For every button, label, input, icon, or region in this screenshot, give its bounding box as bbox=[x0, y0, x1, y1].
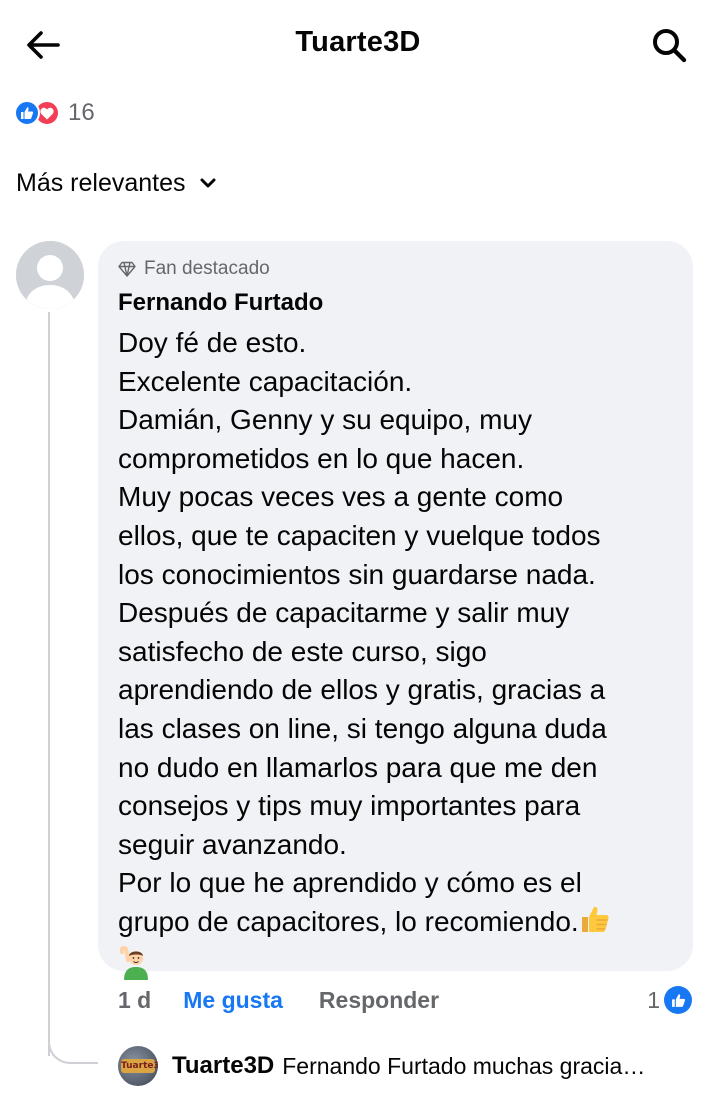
top-fan-badge: Fan destacado bbox=[118, 257, 673, 281]
comment-bubble[interactable]: Fan destacado Fernando Furtado Doy fé de… bbox=[98, 241, 693, 980]
comment-line: las clases on line, si tengo alguna duda bbox=[118, 712, 607, 744]
reactions-summary[interactable]: 16 bbox=[14, 98, 95, 128]
comment-line: Después de capacitarme y salir muy bbox=[118, 597, 570, 629]
badge-label: Fan destacado bbox=[144, 258, 270, 279]
comment-like-count[interactable]: 1 bbox=[647, 984, 692, 1016]
reply-author[interactable]: Tuarte3D bbox=[172, 1052, 274, 1080]
comment-author[interactable]: Fernando Furtado bbox=[118, 288, 673, 318]
search-icon bbox=[653, 29, 687, 63]
comment-line: ellos, que te capaciten y vuelque todos bbox=[118, 519, 601, 551]
comment-line: aprendiendo de ellos y gratis, gracias a bbox=[118, 674, 606, 706]
sort-dropdown[interactable]: Más relevantes bbox=[16, 166, 216, 200]
comment-like-number: 1 bbox=[647, 986, 660, 1013]
comment-line: consejos y tips muy importantes para bbox=[118, 790, 581, 822]
comment-text: Doy fé de esto. Excelente capacitación. … bbox=[118, 324, 673, 990]
comment-line: Damián, Genny y su equipo, muy bbox=[118, 404, 532, 436]
thread-line bbox=[48, 312, 50, 1056]
reaction-count: 16 bbox=[68, 99, 95, 126]
thumbs-up-emoji-icon bbox=[579, 903, 611, 946]
reply-avatar[interactable]: Tuarte3D bbox=[118, 1046, 158, 1086]
chevron-down-icon bbox=[200, 177, 216, 189]
diamond-icon bbox=[118, 261, 136, 277]
comment-actions: 1 d Me gusta Responder bbox=[118, 984, 439, 1016]
reply-preview[interactable]: Tuarte3D Tuarte3D Fernando Furtado mucha… bbox=[118, 1046, 645, 1086]
avatar[interactable] bbox=[16, 241, 84, 309]
reply-snippet: Fernando Furtado muchas gracia… bbox=[282, 1052, 646, 1079]
comment-line: comprometidos en lo que hacen. bbox=[118, 442, 525, 474]
like-badge-icon bbox=[664, 986, 692, 1014]
comment-last-line: grupo de capacitores, lo recomiendo. bbox=[118, 903, 673, 946]
like-button[interactable]: Me gusta bbox=[183, 987, 283, 1014]
comment-line: satisfecho de este curso, sigo bbox=[118, 635, 487, 667]
search-button[interactable] bbox=[644, 20, 694, 70]
comment-line: Muy pocas veces ves a gente como bbox=[118, 481, 564, 513]
thread-connector bbox=[48, 1030, 98, 1064]
comment-time: 1 d bbox=[118, 986, 152, 1013]
comment-line: seguir avanzando. bbox=[118, 828, 347, 860]
comment-line: los conocimientos sin guardarse nada. bbox=[118, 558, 596, 590]
sort-label: Más relevantes bbox=[16, 168, 186, 197]
like-reaction-icon bbox=[14, 100, 40, 126]
page-title: Tuarte3D bbox=[295, 26, 421, 58]
reply-button[interactable]: Responder bbox=[319, 987, 439, 1014]
comment-line: Excelente capacitación. bbox=[118, 365, 413, 397]
tuarte3d-logo: Tuarte3D bbox=[121, 1059, 158, 1073]
comment-line: Doy fé de esto. bbox=[118, 327, 307, 358]
comment-line: grupo de capacitores, lo recomiendo. bbox=[118, 905, 579, 937]
comment-line: no dudo en llamarlos para que me den bbox=[118, 751, 598, 783]
default-avatar-icon bbox=[16, 241, 84, 309]
comment-line: Por lo que he aprendido y cómo es el bbox=[118, 867, 582, 899]
